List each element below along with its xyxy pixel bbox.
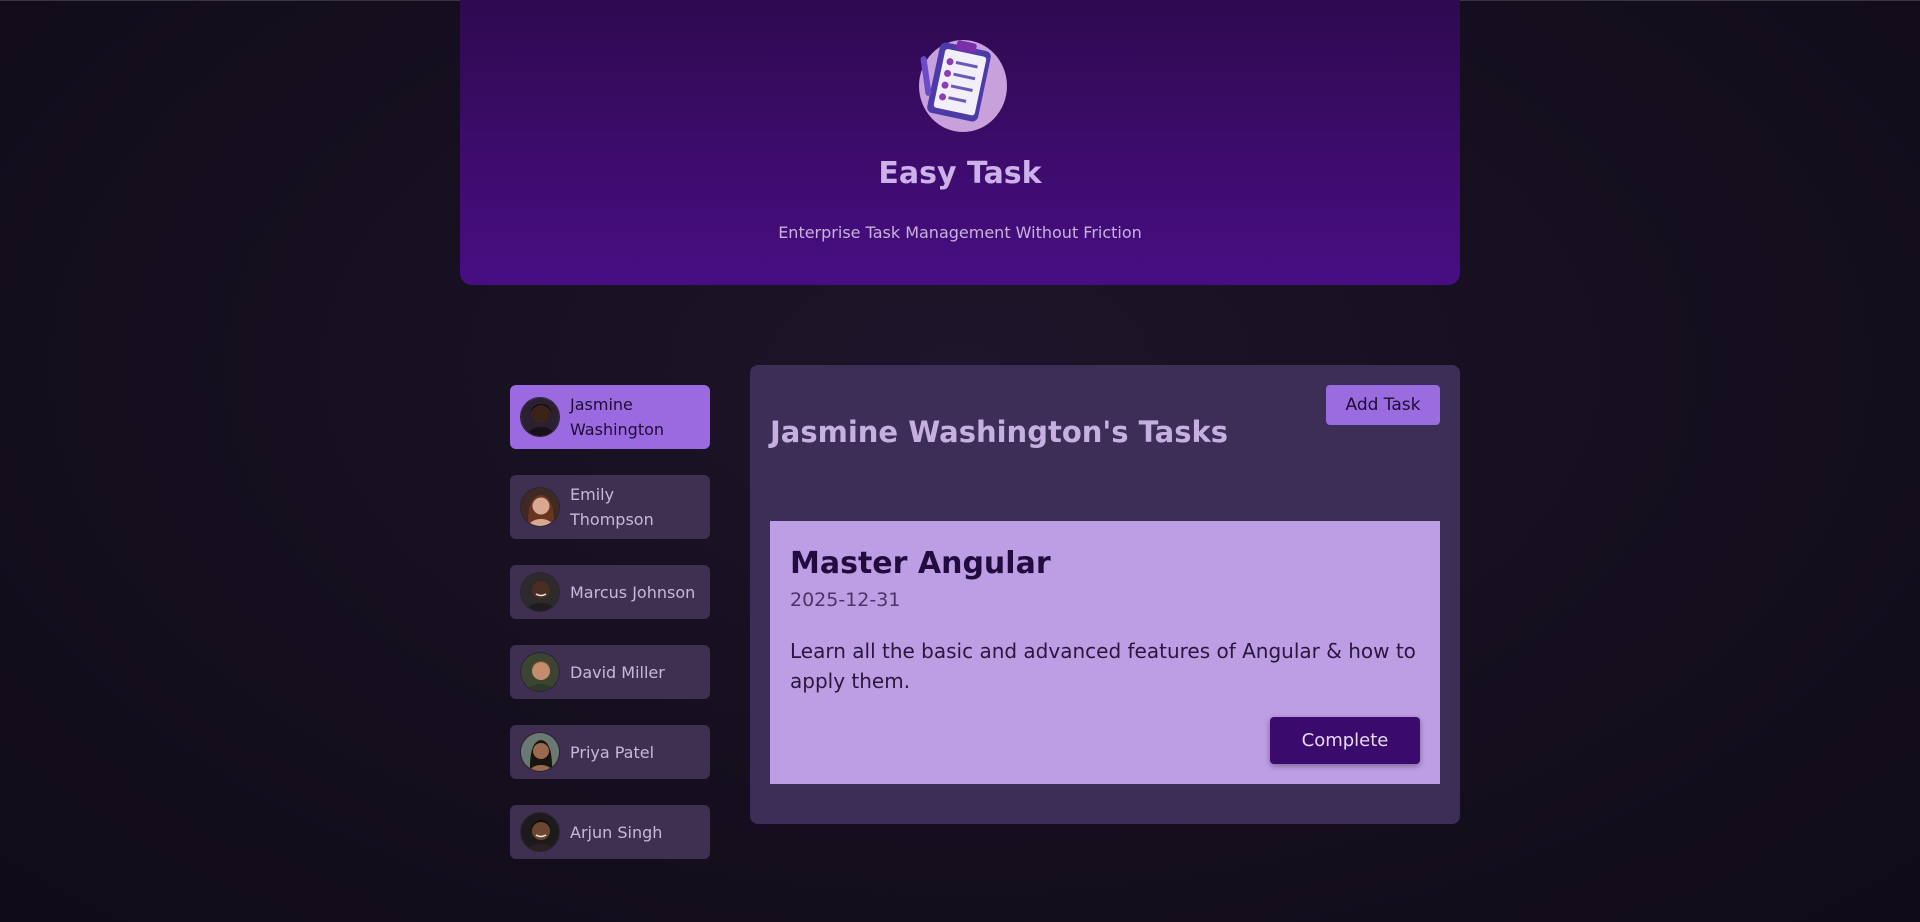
avatar: [520, 812, 560, 852]
user-item-priya-patel[interactable]: Priya Patel: [510, 725, 710, 779]
user-name: Jasmine Washington: [570, 395, 665, 439]
user-name: Arjun Singh: [570, 822, 663, 842]
avatar: [520, 572, 560, 612]
user-item-emily-thompson[interactable]: Emily Thompson: [510, 475, 710, 539]
task-title: Master Angular: [790, 546, 1051, 581]
user-name: Marcus Johnson: [570, 582, 696, 602]
task-card: Master Angular 2025-12-31 Learn all the …: [770, 521, 1440, 784]
app-header: Easy Task Enterprise Task Management Wit…: [460, 0, 1460, 285]
user-name: Priya Patel: [570, 742, 655, 762]
clipboard-checklist-icon: [915, 36, 1009, 136]
tasks-panel-title: Jasmine Washington's Tasks: [770, 415, 1229, 449]
user-item-jasmine-washington[interactable]: Jasmine Washington: [510, 385, 710, 449]
add-task-button[interactable]: Add Task: [1326, 385, 1440, 425]
avatar: [520, 397, 560, 437]
avatar: [520, 652, 560, 692]
task-due-date: 2025-12-31: [790, 589, 901, 611]
avatar: [520, 487, 560, 527]
user-item-arjun-singh[interactable]: Arjun Singh: [510, 805, 710, 859]
user-list: Jasmine Washington Emily Thompson Marcus…: [510, 385, 710, 885]
user-name: David Miller: [570, 662, 665, 682]
complete-task-button[interactable]: Complete: [1270, 717, 1420, 764]
user-item-marcus-johnson[interactable]: Marcus Johnson: [510, 565, 710, 619]
user-item-david-miller[interactable]: David Miller: [510, 645, 710, 699]
tasks-panel: Add Task Jasmine Washington's Tasks Mast…: [750, 365, 1460, 824]
avatar: [520, 732, 560, 772]
task-description: Learn all the basic and advanced feature…: [790, 639, 1416, 693]
app-title: Easy Task: [878, 156, 1042, 191]
user-name: Emily Thompson: [570, 485, 654, 529]
app-subtitle: Enterprise Task Management Without Frict…: [778, 223, 1142, 242]
